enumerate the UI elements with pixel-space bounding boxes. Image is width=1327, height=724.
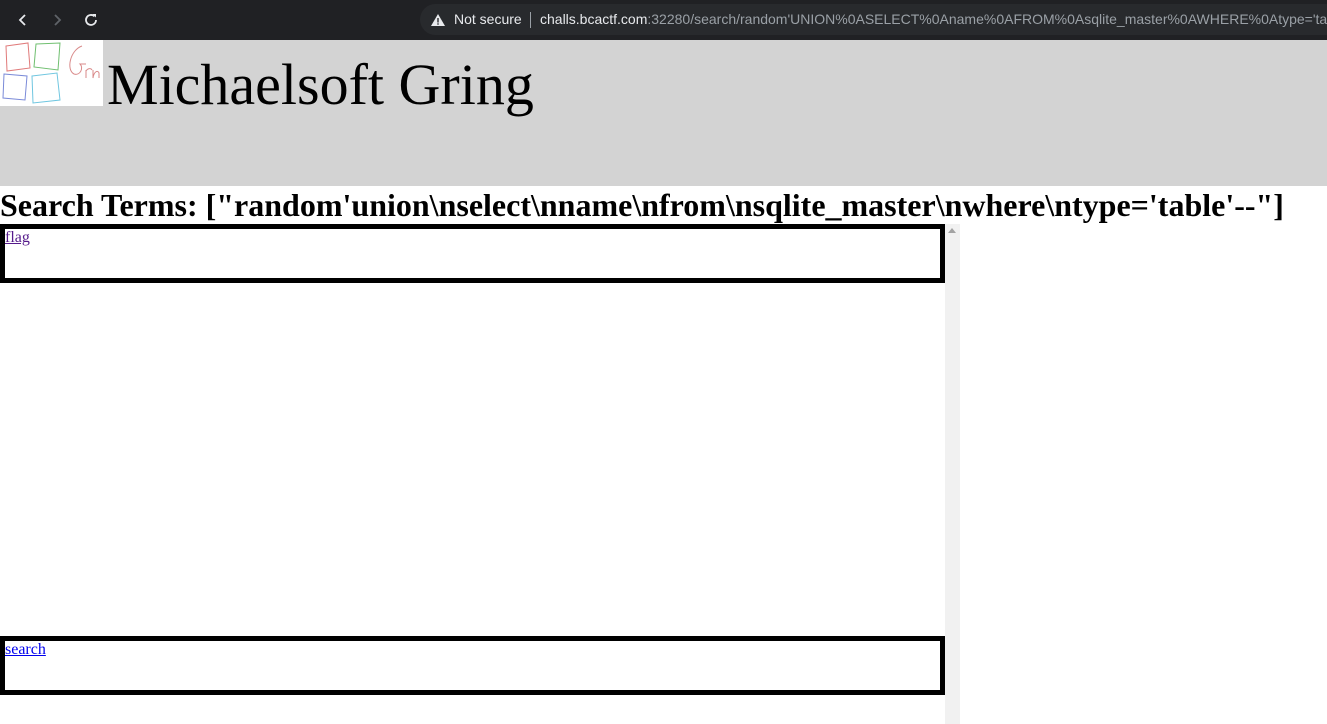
scroll-up-arrow-icon[interactable] bbox=[948, 228, 956, 233]
site-title: Michaelsoft Gring bbox=[107, 52, 534, 117]
chevron-right-icon bbox=[54, 14, 62, 26]
page-content: Michaelsoft Gring Search Terms: ["random… bbox=[0, 40, 1327, 724]
result-link-search[interactable]: search bbox=[5, 641, 46, 659]
url-host: challs.bcactf.com bbox=[540, 11, 648, 27]
reload-icon bbox=[85, 14, 97, 26]
site-header: Michaelsoft Gring bbox=[0, 40, 1327, 186]
omnibox-divider bbox=[530, 12, 531, 28]
result-link-flag[interactable]: flag bbox=[5, 229, 30, 247]
warning-icon[interactable] bbox=[430, 12, 446, 28]
results-scrollbar[interactable] bbox=[945, 224, 960, 724]
reload-button[interactable] bbox=[79, 8, 103, 32]
result-item: flag bbox=[0, 224, 945, 283]
result-item: search bbox=[0, 636, 945, 695]
address-bar[interactable]: Not secure challs.bcactf.com:32280/searc… bbox=[420, 4, 1327, 35]
security-status-label[interactable]: Not secure bbox=[454, 11, 522, 27]
url-text[interactable]: challs.bcactf.com:32280/search/random'UN… bbox=[540, 11, 1327, 27]
chevron-left-icon bbox=[18, 14, 26, 26]
back-button[interactable] bbox=[11, 8, 35, 32]
url-path: :32280/search/random'UNION%0ASELECT%0Ana… bbox=[647, 11, 1327, 27]
results-frame[interactable]: flag search bbox=[0, 224, 960, 724]
browser-toolbar: Not secure challs.bcactf.com:32280/searc… bbox=[0, 0, 1327, 40]
gring-logo-icon bbox=[0, 40, 103, 106]
search-terms-heading: Search Terms: ["random'union\nselect\nna… bbox=[0, 187, 1284, 223]
forward-button[interactable] bbox=[45, 8, 69, 32]
